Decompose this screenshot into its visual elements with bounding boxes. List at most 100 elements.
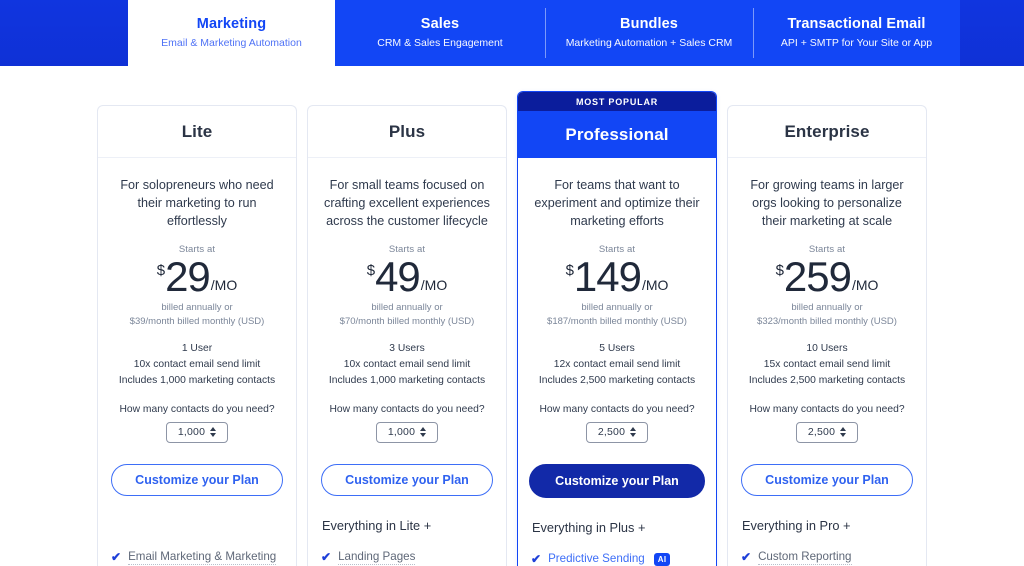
- spec-contacts-plus: Includes 1,000 marketing contacts: [328, 374, 486, 386]
- feature-list-enterprise: ✔ Custom Reporting: [741, 550, 913, 566]
- plan-description-professional: For teams that want to experiment and op…: [534, 178, 700, 228]
- pricing-plan-grid: Lite For solopreneurs who need their mar…: [0, 91, 1024, 566]
- billing-note-enterprise: billed annually or $323/month billed mon…: [757, 301, 897, 329]
- price-plus: $ 49 /MO: [366, 253, 448, 300]
- chevron-up-icon[interactable]: [210, 427, 217, 432]
- chevron-down-icon[interactable]: [420, 433, 427, 438]
- price-period-enterprise: /MO: [851, 277, 879, 294]
- currency-symbol-enterprise: $: [775, 262, 784, 279]
- plan-description-plus: For small teams focused on crafting exce…: [324, 178, 490, 228]
- price-enterprise: $ 259 /MO: [775, 255, 879, 297]
- chevron-down-icon[interactable]: [210, 433, 217, 438]
- tab-marketing-subtitle: Email & Marketing Automation: [161, 36, 302, 49]
- spec-users-plus: 3 Users: [389, 342, 425, 354]
- contacts-stepper-plus[interactable]: 1,000: [376, 421, 438, 443]
- check-icon: ✔: [111, 550, 122, 565]
- tabbar-right-filler: [960, 0, 1024, 66]
- contacts-stepper-value-plus: 1,000: [387, 426, 416, 439]
- contacts-stepper-value-lite: 1,000: [177, 426, 206, 439]
- chevron-up-icon[interactable]: [630, 427, 637, 432]
- tab-sales-subtitle: CRM & Sales Engagement: [377, 36, 503, 49]
- spec-users-enterprise: 10 Users: [806, 342, 848, 354]
- plan-header-enterprise: Enterprise: [728, 106, 926, 158]
- billing-note-professional: billed annually or $187/month billed mon…: [547, 301, 687, 329]
- currency-symbol-lite: $: [156, 262, 166, 279]
- price-amount-lite: 29: [165, 253, 211, 300]
- ai-badge: AI: [653, 552, 671, 566]
- feature-list-plus: ✔ Landing Pages: [321, 550, 493, 566]
- plan-name-professional: Professional: [565, 124, 669, 144]
- tab-sales-title: Sales: [420, 15, 460, 32]
- chevron-down-icon[interactable]: [840, 433, 847, 438]
- contacts-stepper-value-enterprise: 2,500: [807, 426, 836, 439]
- currency-symbol-plus: $: [366, 262, 376, 279]
- price-amount-professional: 149: [573, 253, 642, 300]
- customize-plan-button-enterprise[interactable]: Customize your Plan: [741, 463, 913, 496]
- price-period-plus: /MO: [420, 277, 448, 294]
- spec-contacts-enterprise: Includes 2,500 marketing contacts: [748, 374, 906, 386]
- tab-transactional-email[interactable]: Transactional Email API + SMTP for Your …: [753, 0, 960, 66]
- price-period-professional: /MO: [641, 277, 669, 294]
- customize-plan-button-plus[interactable]: Customize your Plan: [321, 463, 493, 496]
- stepper-arrows-icon[interactable]: [210, 427, 217, 438]
- tab-bundles-title: Bundles: [620, 15, 678, 32]
- plan-specs-lite: 1 User 10x contact email send limit Incl…: [119, 341, 275, 389]
- contacts-stepper-enterprise[interactable]: 2,500: [796, 421, 858, 443]
- check-icon: ✔: [321, 550, 332, 565]
- feature-item[interactable]: ✔ Landing Pages: [321, 550, 493, 565]
- stepper-arrows-icon[interactable]: [420, 427, 427, 438]
- feature-label[interactable]: Custom Reporting: [758, 550, 852, 565]
- chevron-up-icon[interactable]: [420, 427, 427, 432]
- plan-name-lite: Lite: [181, 121, 213, 141]
- plan-card-lite: Lite For solopreneurs who need their mar…: [97, 105, 297, 566]
- spec-contacts-professional: Includes 2,500 marketing contacts: [538, 374, 696, 386]
- feature-label[interactable]: Landing Pages: [338, 550, 416, 565]
- check-icon: ✔: [531, 552, 542, 566]
- billing-line1-plus: billed annually or: [371, 302, 443, 314]
- plan-description-lite: For solopreneurs who need their marketin…: [120, 178, 274, 228]
- most-popular-ribbon: MOST POPULAR: [518, 92, 716, 111]
- currency-symbol-professional: $: [565, 262, 574, 279]
- spec-send-limit-lite: 10x contact email send limit: [133, 358, 261, 370]
- contacts-question-plus: How many contacts do you need?: [329, 403, 485, 415]
- chevron-down-icon[interactable]: [630, 433, 637, 438]
- customize-plan-button-lite[interactable]: Customize your Plan: [111, 463, 283, 496]
- feature-label[interactable]: Predictive Sending: [548, 552, 645, 566]
- spec-send-limit-enterprise: 15x contact email send limit: [763, 358, 891, 370]
- plan-header-professional: Professional: [518, 111, 716, 158]
- tab-bundles[interactable]: Bundles Marketing Automation + Sales CRM: [545, 0, 753, 66]
- plan-card-enterprise: Enterprise For growing teams in larger o…: [727, 105, 927, 566]
- plan-name-plus: Plus: [388, 121, 426, 141]
- contacts-stepper-lite[interactable]: 1,000: [166, 421, 228, 443]
- price-amount-plus: 49: [375, 253, 421, 300]
- plan-name-enterprise: Enterprise: [784, 121, 870, 141]
- everything-in-professional: Everything in Plus +: [532, 519, 646, 535]
- billing-note-plus: billed annually or $70/month billed mont…: [340, 301, 475, 329]
- stepper-arrows-icon[interactable]: [840, 427, 847, 438]
- spec-users-professional: 5 Users: [599, 342, 635, 354]
- tab-sales[interactable]: Sales CRM & Sales Engagement: [335, 0, 545, 66]
- billing-line2-plus: $70/month billed monthly (USD): [339, 315, 475, 327]
- feature-item[interactable]: ✔ Predictive Sending AI: [531, 552, 703, 566]
- contacts-stepper-professional[interactable]: 2,500: [586, 421, 648, 443]
- tab-transactional-email-title: Transactional Email: [787, 15, 926, 32]
- chevron-up-icon[interactable]: [840, 427, 847, 432]
- spec-send-limit-plus: 10x contact email send limit: [343, 358, 471, 370]
- tabbar-left-filler: [0, 0, 128, 66]
- tab-marketing-title: Marketing: [196, 15, 267, 32]
- price-period-lite: /MO: [210, 277, 238, 294]
- check-icon: ✔: [741, 550, 752, 565]
- customize-plan-button-professional[interactable]: Customize your Plan: [529, 463, 705, 498]
- feature-label[interactable]: Email Marketing & Marketing: [128, 550, 277, 565]
- stepper-arrows-icon[interactable]: [630, 427, 637, 438]
- billing-line2-enterprise: $323/month billed monthly (USD): [757, 315, 897, 327]
- feature-item[interactable]: ✔ Custom Reporting: [741, 550, 913, 565]
- price-professional: $ 149 /MO: [565, 253, 669, 300]
- tab-transactional-email-subtitle: API + SMTP for Your Site or App: [780, 36, 933, 49]
- feature-item[interactable]: ✔ Email Marketing & Marketing: [111, 550, 283, 565]
- billing-line2-lite: $39/month billed monthly (USD): [129, 315, 265, 327]
- contacts-question-professional: How many contacts do you need?: [539, 403, 695, 415]
- plan-header-lite: Lite: [98, 106, 296, 158]
- feature-list-lite: ✔ Email Marketing & Marketing: [111, 550, 283, 566]
- tab-marketing[interactable]: Marketing Email & Marketing Automation: [128, 0, 335, 66]
